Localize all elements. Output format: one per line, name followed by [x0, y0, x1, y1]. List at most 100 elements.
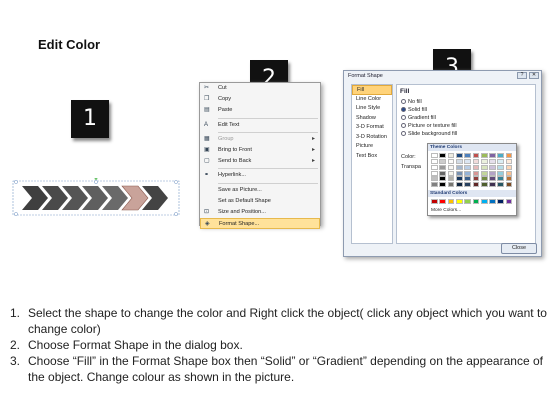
theme-color-swatch[interactable] — [480, 182, 488, 188]
theme-color-swatch[interactable] — [431, 176, 438, 182]
dialog-close-x-button[interactable]: ✕ — [529, 72, 539, 79]
theme-color-swatch[interactable] — [455, 153, 463, 158]
theme-color-swatch[interactable] — [464, 159, 471, 164]
radio-slide-background-fill[interactable]: Slide background fill — [401, 131, 457, 138]
standard-color-swatch[interactable] — [464, 199, 471, 204]
theme-color-swatch[interactable] — [447, 164, 455, 170]
radio-gradient-fill[interactable]: Gradient fill — [401, 115, 436, 122]
nav-item-shadow[interactable]: Shadow — [352, 114, 392, 124]
menu-item-save-as-picture[interactable]: Save as Picture... — [200, 185, 320, 196]
nav-item-text-box[interactable]: Text Box — [352, 152, 392, 162]
theme-color-swatch[interactable] — [439, 176, 447, 182]
theme-color-swatch[interactable] — [431, 164, 438, 170]
menu-item-set-default-shape[interactable]: Set as Default Shape — [200, 196, 320, 207]
theme-color-swatch[interactable] — [455, 159, 463, 164]
standard-color-swatch[interactable] — [497, 199, 505, 204]
theme-color-swatch[interactable] — [480, 170, 488, 176]
theme-color-swatch[interactable] — [472, 159, 480, 164]
standard-color-swatch[interactable] — [505, 199, 513, 204]
theme-color-swatch[interactable] — [431, 159, 438, 164]
standard-color-swatch[interactable] — [455, 199, 463, 204]
menu-item-send-to-back[interactable]: ▢ Send to Back ▸ — [200, 156, 320, 167]
theme-color-swatch[interactable] — [505, 159, 513, 164]
theme-color-swatch[interactable] — [480, 176, 488, 182]
theme-color-swatch[interactable] — [497, 176, 505, 182]
menu-item-bring-to-front[interactable]: ▣ Bring to Front ▸ — [200, 145, 320, 156]
close-button[interactable]: Close — [501, 243, 537, 254]
theme-color-swatch[interactable] — [455, 176, 463, 182]
theme-color-swatch[interactable] — [497, 182, 505, 188]
nav-item-3d-rotation[interactable]: 3-D Rotation — [352, 133, 392, 143]
menu-item-format-shape[interactable]: ◈ Format Shape... — [200, 218, 320, 230]
theme-color-swatch[interactable] — [480, 153, 488, 158]
radio-picture-fill[interactable]: Picture or texture fill — [401, 123, 457, 130]
standard-color-swatch[interactable] — [431, 199, 438, 204]
theme-color-swatch[interactable] — [439, 153, 447, 158]
menu-item-cut[interactable]: ✂ Cut — [200, 83, 320, 94]
theme-color-swatch[interactable] — [489, 153, 496, 158]
theme-color-swatch[interactable] — [447, 159, 455, 164]
theme-color-swatch[interactable] — [480, 164, 488, 170]
theme-color-swatch[interactable] — [489, 170, 496, 176]
menu-item-group[interactable]: ▦ Group ▸ — [200, 134, 320, 145]
more-colors-option[interactable]: More Colors... — [431, 208, 461, 213]
menu-item-size-position[interactable]: ⊡ Size and Position... — [200, 207, 320, 218]
theme-color-swatch[interactable] — [431, 182, 438, 188]
menu-item-copy[interactable]: ❐ Copy — [200, 94, 320, 105]
radio-solid-fill[interactable]: Solid fill — [401, 107, 427, 114]
chevron-shapes[interactable] — [12, 178, 180, 218]
radio-no-fill[interactable]: No fill — [401, 99, 422, 106]
theme-color-swatch[interactable] — [497, 164, 505, 170]
theme-color-swatch[interactable] — [431, 153, 438, 158]
nav-item-3d-format[interactable]: 3-D Format — [352, 123, 392, 133]
theme-color-swatch[interactable] — [472, 164, 480, 170]
theme-color-swatch[interactable] — [489, 182, 496, 188]
theme-color-swatch[interactable] — [472, 176, 480, 182]
theme-color-swatch[interactable] — [464, 182, 471, 188]
theme-color-swatch[interactable] — [455, 182, 463, 188]
theme-color-swatch[interactable] — [447, 153, 455, 158]
nav-item-picture[interactable]: Picture — [352, 142, 392, 152]
standard-color-swatch[interactable] — [439, 199, 447, 204]
theme-color-swatch[interactable] — [505, 153, 513, 158]
theme-color-swatch[interactable] — [447, 182, 455, 188]
standard-color-swatch[interactable] — [447, 199, 455, 204]
theme-color-swatch[interactable] — [497, 159, 505, 164]
theme-color-swatch[interactable] — [472, 153, 480, 158]
theme-color-swatch[interactable] — [505, 182, 513, 188]
menu-item-paste[interactable]: ▤ Paste — [200, 105, 320, 116]
theme-color-swatch[interactable] — [505, 176, 513, 182]
theme-color-swatch[interactable] — [497, 170, 505, 176]
theme-color-swatch[interactable] — [472, 182, 480, 188]
theme-color-swatch[interactable] — [464, 164, 471, 170]
theme-color-swatch[interactable] — [455, 170, 463, 176]
theme-color-swatch[interactable] — [439, 182, 447, 188]
theme-color-swatch[interactable] — [489, 176, 496, 182]
nav-item-line-color[interactable]: Line Color — [352, 95, 392, 105]
theme-color-swatch[interactable] — [464, 170, 471, 176]
theme-color-swatch[interactable] — [464, 153, 471, 158]
nav-item-fill[interactable]: Fill — [352, 85, 392, 95]
theme-color-swatch[interactable] — [447, 176, 455, 182]
standard-color-swatch[interactable] — [472, 199, 480, 204]
menu-item-hyperlink[interactable]: ⚭ Hyperlink... — [200, 170, 320, 181]
standard-color-swatch[interactable] — [480, 199, 488, 204]
theme-color-swatch[interactable] — [497, 153, 505, 158]
menu-item-edit-text[interactable]: A Edit Text — [200, 120, 320, 131]
theme-color-swatch[interactable] — [505, 170, 513, 176]
nav-item-line-style[interactable]: Line Style — [352, 104, 392, 114]
theme-color-swatch[interactable] — [455, 164, 463, 170]
theme-color-swatch[interactable] — [439, 164, 447, 170]
theme-color-swatch[interactable] — [505, 164, 513, 170]
theme-color-swatch[interactable] — [480, 159, 488, 164]
help-button[interactable]: ? — [517, 72, 527, 79]
theme-color-swatch[interactable] — [489, 159, 496, 164]
standard-color-swatch[interactable] — [489, 199, 496, 204]
theme-color-swatch[interactable] — [447, 170, 455, 176]
theme-color-swatch[interactable] — [439, 159, 447, 164]
theme-color-swatch[interactable] — [439, 170, 447, 176]
theme-color-swatch[interactable] — [464, 176, 471, 182]
theme-color-swatch[interactable] — [472, 170, 480, 176]
theme-color-swatch[interactable] — [489, 164, 496, 170]
theme-color-swatch[interactable] — [431, 170, 438, 176]
